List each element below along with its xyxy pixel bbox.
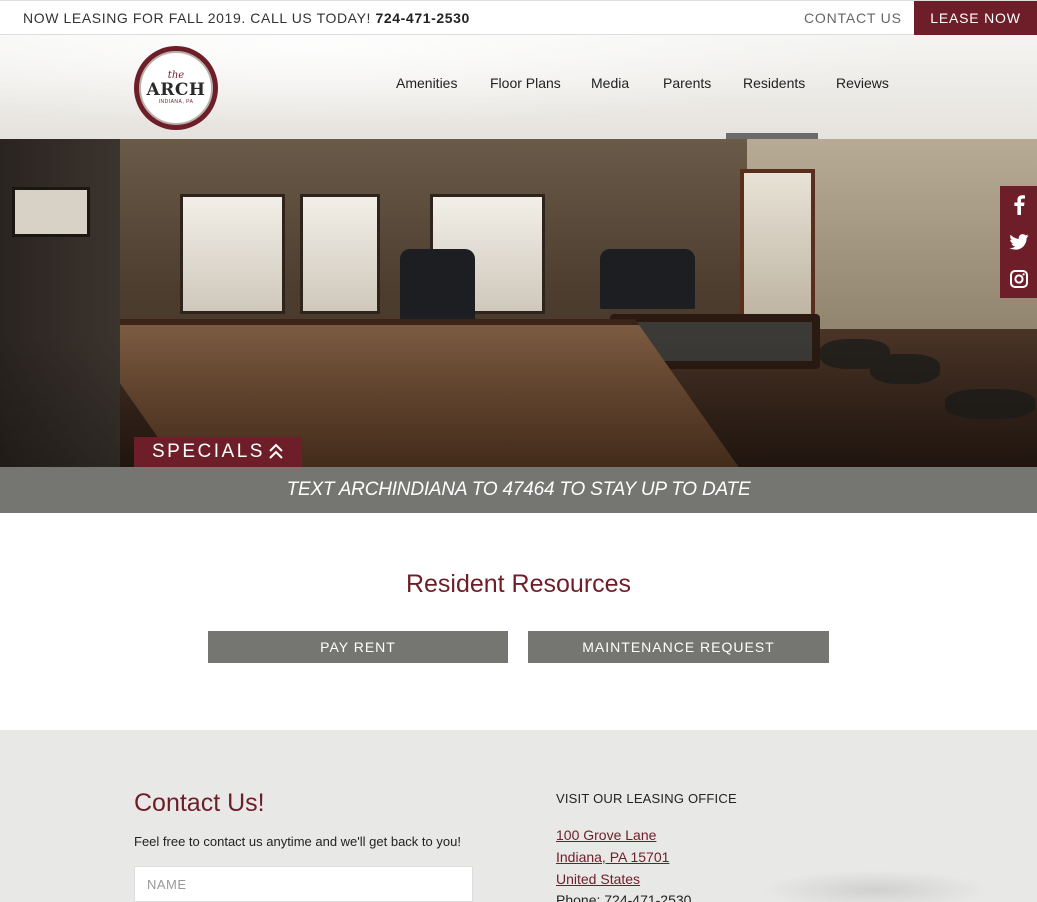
social-bar — [1000, 186, 1037, 298]
site-header: the ARCH INDIANA, PA Amenities Floor Pla… — [0, 35, 1037, 139]
top-bar: NOW LEASING FOR FALL 2019. CALL US TODAY… — [0, 0, 1037, 35]
announcement-text: NOW LEASING FOR FALL 2019. CALL US TODAY… — [23, 10, 372, 26]
nav-item-media[interactable]: Media — [591, 75, 629, 91]
office-phone: Phone: 724-471-2530 — [556, 892, 692, 902]
address-line-2[interactable]: Indiana, PA 15701 — [556, 849, 669, 865]
chat-widget-shadow — [760, 870, 990, 902]
maintenance-request-button[interactable]: MAINTENANCE REQUEST — [528, 631, 829, 663]
facebook-link[interactable] — [1000, 186, 1037, 223]
nav-item-reviews[interactable]: Reviews — [836, 75, 889, 91]
visit-office-heading: VISIT OUR LEASING OFFICE — [556, 791, 737, 806]
text-updates-banner: TEXT ARCHINDIANA TO 47464 TO STAY UP TO … — [0, 467, 1037, 513]
name-input[interactable] — [134, 866, 473, 902]
twitter-icon — [1008, 233, 1029, 250]
lease-now-button[interactable]: LEASE NOW — [914, 1, 1037, 35]
nav-item-parents[interactable]: Parents — [663, 75, 711, 91]
specials-button[interactable]: SPECIALS — [134, 437, 302, 467]
main-nav: Amenities Floor Plans Media Parents Resi… — [0, 75, 1037, 95]
hero-shade — [0, 139, 1037, 467]
contact-us-link[interactable]: CONTACT US — [804, 10, 902, 26]
nav-item-amenities[interactable]: Amenities — [396, 75, 457, 91]
resident-resources-title: Resident Resources — [405, 570, 632, 598]
twitter-link[interactable] — [1000, 223, 1037, 260]
double-chevron-up-icon — [269, 443, 283, 459]
address-line-3[interactable]: United States — [556, 871, 640, 887]
specials-label: SPECIALS — [152, 441, 265, 462]
leasing-announcement: NOW LEASING FOR FALL 2019. CALL US TODAY… — [23, 10, 470, 26]
logo-location: INDIANA, PA — [158, 98, 194, 105]
instagram-icon — [1009, 269, 1028, 288]
nav-item-floor-plans[interactable]: Floor Plans — [490, 75, 561, 91]
pay-rent-button[interactable]: PAY RENT — [208, 631, 508, 663]
nav-item-residents[interactable]: Residents — [743, 75, 805, 91]
contact-subtitle: Feel free to contact us anytime and we'l… — [134, 834, 461, 849]
phone-number[interactable]: 724-471-2530 — [376, 10, 470, 26]
instagram-link[interactable] — [1000, 260, 1037, 297]
address-line-1[interactable]: 100 Grove Lane — [556, 827, 656, 843]
contact-section: Contact Us! Feel free to contact us anyt… — [0, 730, 1037, 902]
contact-title: Contact Us! — [134, 789, 265, 817]
facebook-icon — [1013, 194, 1025, 215]
hero-image — [0, 139, 1037, 467]
